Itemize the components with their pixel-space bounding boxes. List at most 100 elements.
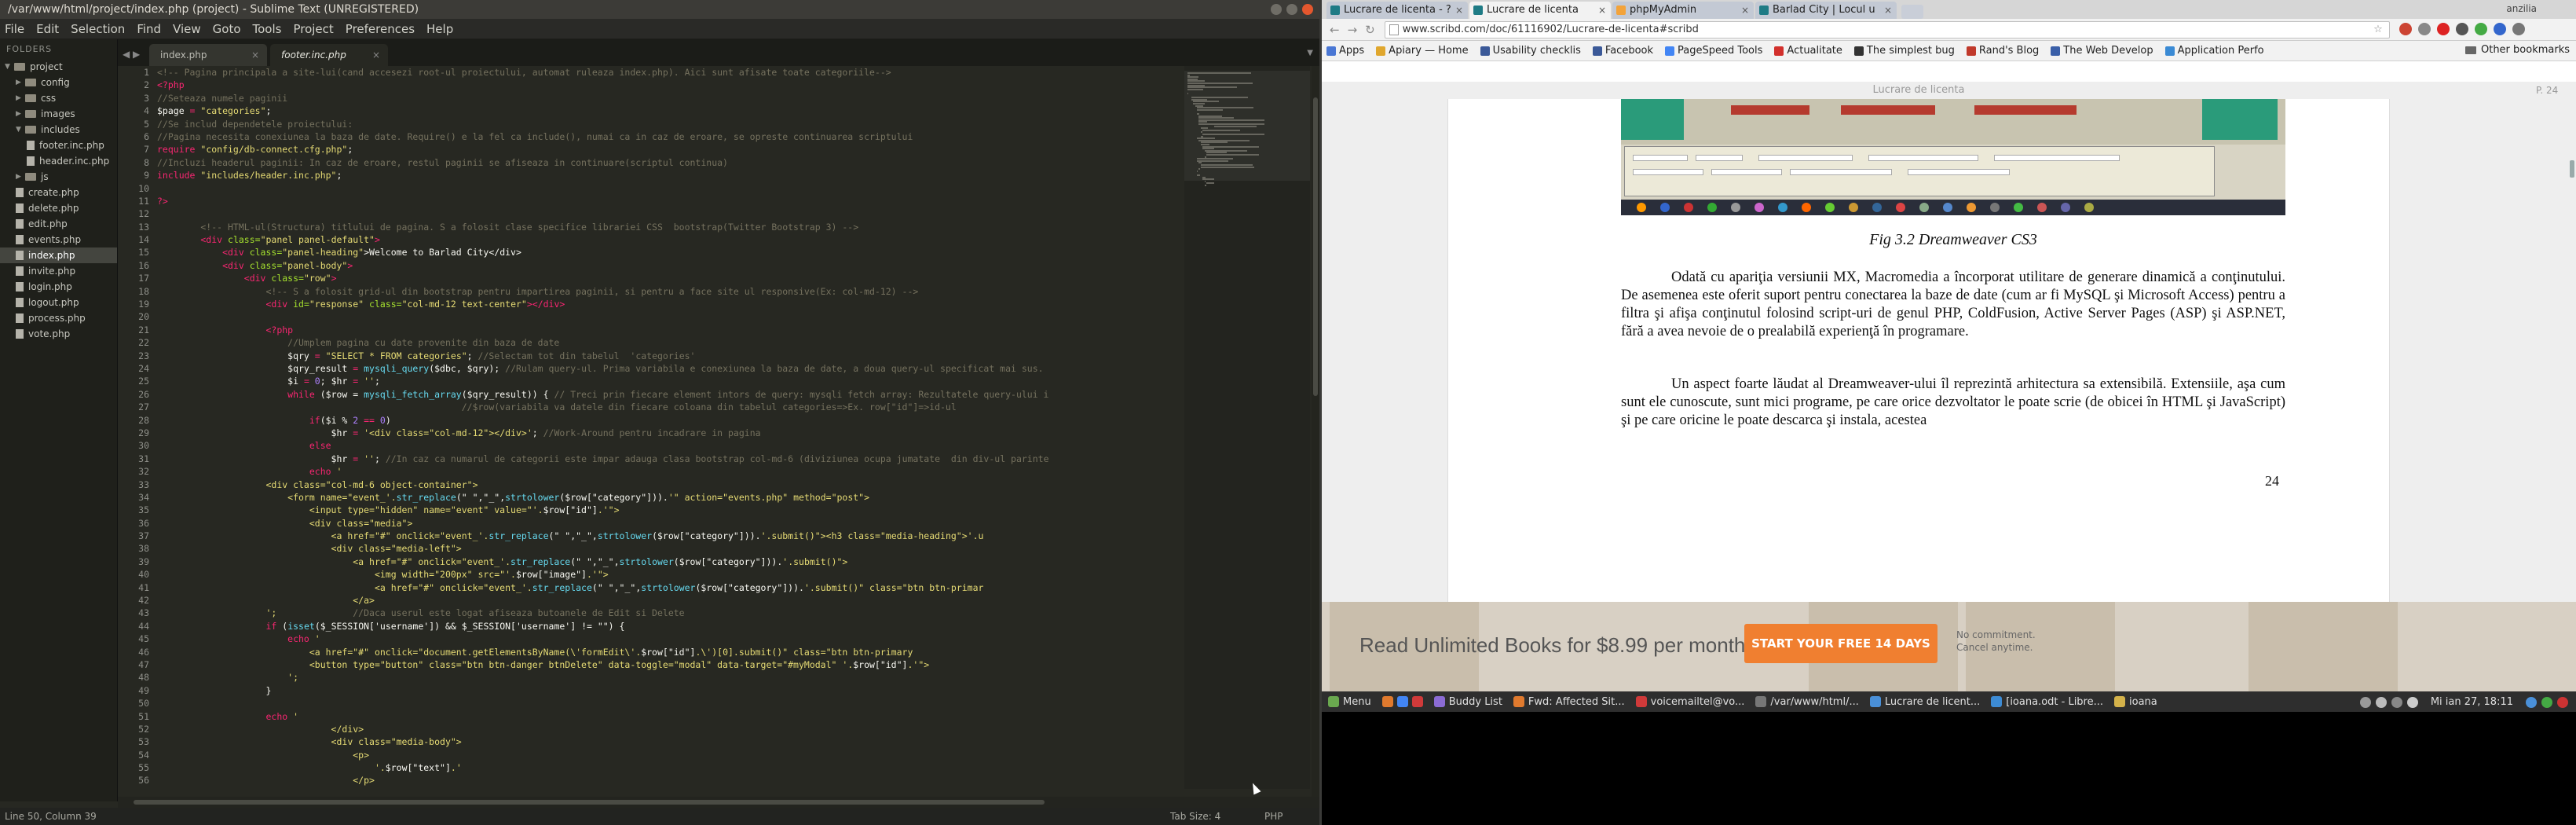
volume-icon[interactable] bbox=[2406, 696, 2418, 708]
taskbar-window-button[interactable]: ioana bbox=[2114, 696, 2157, 708]
code-line[interactable]: if (isset($_SESSION['username']) && $_SE… bbox=[157, 620, 1304, 632]
code-line[interactable]: echo ' bbox=[157, 465, 1304, 478]
chrome-launcher-icon[interactable] bbox=[1396, 696, 1408, 707]
code-line[interactable]: </div> bbox=[157, 723, 1304, 735]
taskbar-window-button[interactable]: Buddy List bbox=[1433, 696, 1502, 708]
hscroll-thumb[interactable] bbox=[134, 800, 1045, 805]
code-line[interactable]: //Seteaza numele paginii bbox=[157, 92, 1304, 104]
bookmark-star-icon[interactable]: ☆ bbox=[2373, 22, 2383, 38]
file-item[interactable]: process.php bbox=[0, 310, 117, 326]
horizontal-scrollbar[interactable] bbox=[118, 797, 1319, 808]
code-line[interactable]: $page = "categories"; bbox=[157, 104, 1304, 117]
code-line[interactable]: <!-- Pagina principala a site-lui(cand a… bbox=[157, 66, 1304, 79]
collapsed-arrow-icon[interactable]: ▶ bbox=[16, 106, 25, 122]
code-line[interactable]: <form name="event_'.str_replace(" ","_",… bbox=[157, 491, 1304, 504]
code-line[interactable]: <div class="media-left"> bbox=[157, 542, 1304, 555]
user-profile-label[interactable]: anzilia bbox=[2506, 3, 2537, 14]
bookmark-item[interactable]: Apps bbox=[1326, 45, 1364, 57]
close-tab-icon[interactable]: × bbox=[372, 44, 380, 66]
folder-item[interactable]: ▶ css bbox=[0, 90, 117, 106]
extension-icon[interactable] bbox=[2494, 23, 2506, 35]
code-line[interactable]: <div class="media"> bbox=[157, 517, 1304, 530]
code-line[interactable] bbox=[157, 182, 1304, 195]
code-line[interactable]: '; bbox=[157, 671, 1304, 684]
tab-dropdown-icon[interactable]: ▼ bbox=[1307, 49, 1313, 57]
code-line[interactable]: echo ' bbox=[157, 632, 1304, 645]
code-line[interactable]: require "config/db-connect.cfg.php"; bbox=[157, 143, 1304, 156]
app-launcher-icon[interactable] bbox=[1411, 696, 1423, 707]
code-line[interactable]: '; //Daca userul este logat afiseaza but… bbox=[157, 607, 1304, 619]
code-line[interactable]: $hr = ''; //In caz ca numarul de categor… bbox=[157, 453, 1304, 465]
close-tab-icon[interactable]: × bbox=[1741, 2, 1749, 19]
code-line[interactable]: <a href="#" onclick="document.getElement… bbox=[157, 646, 1304, 658]
file-item[interactable]: footer.inc.php bbox=[0, 138, 117, 153]
expanded-arrow-icon[interactable]: ▼ bbox=[5, 59, 14, 75]
menu-tools[interactable]: Tools bbox=[253, 22, 282, 36]
code-line[interactable]: //Pagina necesita conexiunea la baza de … bbox=[157, 130, 1304, 143]
menu-icon[interactable] bbox=[2512, 23, 2525, 35]
folder-item[interactable]: ▶ js bbox=[0, 169, 117, 185]
code-line[interactable]: echo ' bbox=[157, 710, 1304, 723]
tray-icon[interactable] bbox=[2526, 696, 2537, 708]
menu-view[interactable]: View bbox=[173, 22, 201, 36]
menu-project[interactable]: Project bbox=[293, 22, 333, 36]
menu-find[interactable]: Find bbox=[137, 22, 161, 36]
code-line[interactable]: <a href="#" onclick="event_'.str_replace… bbox=[157, 530, 1304, 542]
code-line[interactable]: <input type="hidden" name="event" value=… bbox=[157, 504, 1304, 516]
menu-help[interactable]: Help bbox=[426, 22, 453, 36]
new-tab-button[interactable] bbox=[1901, 5, 1923, 19]
code-line[interactable]: <img width="200px" src="'.$row["image"].… bbox=[157, 568, 1304, 581]
code-line[interactable]: <div class="panel-heading">Welcome to Ba… bbox=[157, 246, 1304, 258]
file-item[interactable]: events.php bbox=[0, 232, 117, 248]
close-tab-icon[interactable]: × bbox=[1455, 2, 1463, 19]
file-item[interactable]: vote.php bbox=[0, 326, 117, 342]
reload-icon[interactable]: ↻ bbox=[1365, 23, 1375, 37]
syntax-indicator[interactable]: PHP bbox=[1264, 808, 1283, 825]
document-viewer[interactable]: Lucrare de licenta P. 24 Fig 3.2 Dreamwe… bbox=[1322, 82, 2576, 691]
other-bookmarks[interactable]: Other bookmarks bbox=[2464, 44, 2570, 56]
tray-icon[interactable] bbox=[2375, 696, 2387, 708]
collapsed-arrow-icon[interactable]: ▶ bbox=[16, 90, 25, 106]
extension-icon[interactable] bbox=[2418, 23, 2431, 35]
menu-selection[interactable]: Selection bbox=[71, 22, 125, 36]
menu-file[interactable]: File bbox=[5, 22, 24, 36]
code-line[interactable]: <div class="panel panel-default"> bbox=[157, 233, 1304, 246]
bookmark-item[interactable]: The Web Develop bbox=[2051, 45, 2153, 57]
code-editor[interactable]: 1 2 3 4 5 6 7 8 9 10 11 12 13 14 15 16 17 18 19 20 21 22 23 24 2… bbox=[118, 66, 1319, 797]
code-line[interactable]: if($i % 2 == 0) bbox=[157, 414, 1304, 427]
tab-size-indicator[interactable]: Tab Size: 4 bbox=[1170, 808, 1220, 825]
bookmark-item[interactable]: Actualitate bbox=[1774, 45, 1842, 57]
code-area[interactable]: <!-- Pagina principala a site-lui(cand a… bbox=[157, 66, 1304, 797]
code-line[interactable]: $i = 0; $hr = ''; bbox=[157, 375, 1304, 387]
extension-icon[interactable] bbox=[2456, 23, 2468, 35]
vertical-scrollbar[interactable] bbox=[1312, 66, 1319, 797]
code-line[interactable]: <a href="#" onclick="event_'.str_replace… bbox=[157, 556, 1304, 568]
editor-tab[interactable]: footer.inc.php × bbox=[270, 44, 388, 66]
extension-icon[interactable] bbox=[2475, 23, 2487, 35]
bookmark-item[interactable]: Rand's Blog bbox=[1966, 45, 2039, 57]
close-tab-icon[interactable]: × bbox=[251, 44, 259, 66]
code-line[interactable]: include "includes/header.inc.php"; bbox=[157, 169, 1304, 182]
start-trial-button[interactable]: START YOUR FREE 14 DAYS bbox=[1744, 624, 1937, 663]
code-line[interactable]: <div class="row"> bbox=[157, 272, 1304, 284]
code-line[interactable]: <?php bbox=[157, 324, 1304, 336]
close-tab-icon[interactable]: × bbox=[1884, 2, 1892, 19]
browser-tab[interactable]: Barlad City | Locul u × bbox=[1755, 2, 1897, 19]
browser-tab[interactable]: Lucrare de licenta - ? × bbox=[1326, 2, 1468, 19]
back-icon[interactable]: ← bbox=[1330, 23, 1340, 37]
code-line[interactable] bbox=[157, 697, 1304, 710]
file-item[interactable]: edit.php bbox=[0, 216, 117, 232]
code-line[interactable]: <a href="#" onclick="event_'.str_replace… bbox=[157, 581, 1304, 594]
code-line[interactable]: </a> bbox=[157, 594, 1304, 607]
code-line[interactable]: $qry = "SELECT * FROM categories"; //Sel… bbox=[157, 350, 1304, 362]
collapsed-arrow-icon[interactable]: ▶ bbox=[16, 169, 25, 185]
code-line[interactable]: </p> bbox=[157, 774, 1304, 786]
gmail-extension-icon[interactable] bbox=[2437, 23, 2450, 35]
browser-tab[interactable]: Lucrare de licenta × bbox=[1469, 2, 1611, 19]
code-line[interactable]: //Se includ dependetele proiectului: bbox=[157, 118, 1304, 130]
forward-icon[interactable]: → bbox=[1348, 23, 1358, 37]
bookmark-item[interactable]: PageSpeed Tools bbox=[1665, 45, 1762, 57]
code-line[interactable]: <p> bbox=[157, 749, 1304, 761]
browser-tab[interactable]: phpMyAdmin × bbox=[1612, 2, 1754, 19]
code-line[interactable]: <?php bbox=[157, 79, 1304, 91]
